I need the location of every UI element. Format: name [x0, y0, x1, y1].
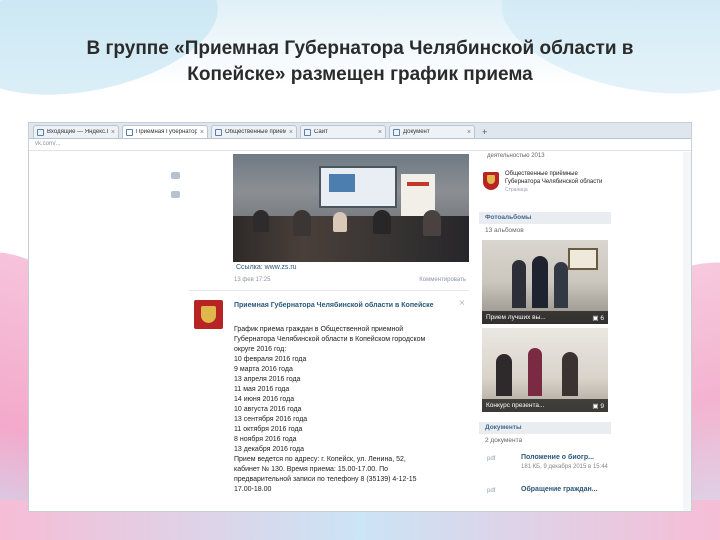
- post-line: 13 апреля 2016 года: [234, 376, 301, 383]
- address-bar[interactable]: vk.com/...: [29, 139, 691, 151]
- tab-favicon-icon: [215, 128, 222, 136]
- post-line: Губернатора Челябинской области в Копейс…: [234, 336, 426, 343]
- sidebar-top-text: деятельностью 2013: [487, 153, 545, 159]
- browser-tab-document[interactable]: Документ ×: [389, 125, 475, 138]
- photo-album[interactable]: Конкурс презента... ▣ 9: [482, 328, 608, 412]
- close-icon[interactable]: ×: [459, 298, 465, 309]
- post-line: График приема граждан в Общественной при…: [234, 326, 404, 333]
- tab-favicon-icon: [393, 128, 400, 136]
- post-meta: 13 фев 17:25 Комментировать: [234, 277, 466, 283]
- post-line: 13 декабря 2016 года: [234, 446, 305, 453]
- album-title: Конкурс презента...: [486, 402, 545, 409]
- post-line: 11 мая 2016 года: [234, 386, 290, 393]
- document-item[interactable]: pdf Обращение граждан...: [479, 482, 611, 511]
- browser-tab-public[interactable]: Общественные приемн ×: [211, 125, 297, 138]
- pdf-icon: pdf: [487, 488, 496, 494]
- comment-icon[interactable]: [171, 191, 180, 198]
- tab-label: Общественные приемн: [225, 129, 286, 135]
- post-line: 11 октября 2016 года: [234, 426, 303, 433]
- documents-count[interactable]: 2 документа: [479, 434, 611, 448]
- post-photo[interactable]: [233, 154, 469, 262]
- group-avatar[interactable]: [194, 300, 223, 329]
- tab-label: Приемная Губернатора Че: [136, 129, 197, 135]
- new-tab-button[interactable]: +: [478, 127, 491, 138]
- post-text: График приема граждан в Общественной при…: [234, 325, 464, 495]
- tab-favicon-icon: [304, 128, 311, 136]
- document-title[interactable]: Обращение граждан...: [521, 486, 598, 493]
- related-public-sub: Страница: [505, 187, 528, 193]
- browser-tab-site[interactable]: Сайт ×: [300, 125, 386, 138]
- tab-favicon-icon: [37, 128, 44, 136]
- album-title: Прием лучших вы...: [486, 314, 546, 321]
- post-source-link[interactable]: Ссылка: www.zs.ru: [236, 264, 297, 271]
- post-line: 9 марта 2016 года: [234, 366, 293, 373]
- document-meta: 181 КБ, 9 декабря 2015 в 15:44: [521, 464, 608, 470]
- slide-title: В группе «Приемная Губернатора Челябинск…: [40, 36, 680, 88]
- browser-screenshot: Входящие — Яндекс.Почта × Приемная Губер…: [28, 122, 692, 512]
- post-line: Прием ведется по адресу: г. Копейск, ул.…: [234, 456, 406, 463]
- documents-header[interactable]: Документы: [479, 422, 611, 434]
- slide-title-line1: В группе «Приемная Губернатора Челябинск…: [86, 38, 634, 59]
- post-divider: [189, 290, 469, 291]
- post-date[interactable]: 13 фев 17:25: [234, 277, 270, 283]
- post-author[interactable]: Приемная Губернатора Челябинской области…: [234, 301, 454, 310]
- post-line: 10 августа 2016 года: [234, 406, 302, 413]
- tab-label: Сайт: [314, 129, 328, 135]
- close-icon[interactable]: ×: [111, 129, 115, 136]
- related-public-title[interactable]: Общественные приёмные Губернатора Челяби…: [505, 170, 609, 186]
- browser-tab-vk-group[interactable]: Приемная Губернатора Че ×: [122, 125, 208, 138]
- close-icon[interactable]: ×: [200, 129, 204, 136]
- document-item[interactable]: pdf Положение о биогр... 181 КБ, 9 декаб…: [479, 450, 611, 480]
- browser-tab-mail[interactable]: Входящие — Яндекс.Почта ×: [33, 125, 119, 138]
- post-line: 17.00-18.00: [234, 486, 272, 493]
- close-icon[interactable]: ×: [378, 129, 382, 136]
- post-line: 10 февраля 2016 года: [234, 356, 307, 363]
- scrollbar[interactable]: [683, 152, 691, 511]
- document-title[interactable]: Положение о биогр...: [521, 454, 594, 461]
- photo-albums-header[interactable]: Фотоальбомы: [479, 212, 611, 224]
- post-line: округе 2016 год:: [234, 346, 287, 353]
- tab-label: Входящие — Яндекс.Почта: [47, 129, 108, 135]
- tab-favicon-icon: [126, 128, 133, 136]
- close-icon[interactable]: ×: [467, 129, 471, 136]
- photo-album[interactable]: Прием лучших вы... ▣ 6: [482, 240, 608, 324]
- album-count: ▣ 6: [592, 315, 604, 322]
- vk-page: Ссылка: www.zs.ru 13 фев 17:25 Комментир…: [29, 152, 691, 511]
- post-line: 8 ноября 2016 года: [234, 436, 297, 443]
- close-icon[interactable]: ×: [289, 129, 293, 136]
- photo-albums-count[interactable]: 13 альбомов: [479, 224, 611, 238]
- related-public[interactable]: Общественные приёмные Губернатора Челяби…: [479, 168, 611, 202]
- presentation-screen: [319, 166, 397, 208]
- pdf-icon: pdf: [487, 456, 496, 462]
- crest-icon: [483, 172, 499, 190]
- browser-tab-bar: Входящие — Яндекс.Почта × Приемная Губер…: [29, 123, 691, 139]
- post-line: кабинет № 130. Время приема: 15.00-17.00…: [234, 466, 388, 473]
- album-count: ▣ 9: [592, 403, 604, 410]
- post-line: 14 июня 2016 года: [234, 396, 295, 403]
- tab-label: Документ: [403, 129, 430, 135]
- left-action-icons: [171, 172, 180, 210]
- like-icon[interactable]: [171, 172, 180, 179]
- post-line: 13 сентября 2016 года: [234, 416, 308, 423]
- comment-link[interactable]: Комментировать: [419, 277, 466, 283]
- post-line: предварительной записи по телефону 8 (35…: [234, 476, 417, 483]
- slide-title-line2: Копейске» размещен график приема: [187, 64, 533, 85]
- right-sidebar: деятельностью 2013 Общественные приёмные…: [479, 152, 611, 511]
